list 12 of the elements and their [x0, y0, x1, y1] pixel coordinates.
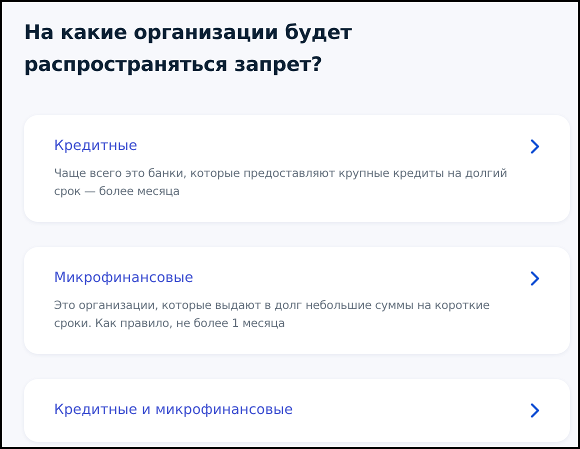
- option-title: Кредитные: [54, 137, 138, 156]
- option-card[interactable]: Кредитные Чаще всего это банки, которые предоставляют крупные кредиты на долгий срок — более месяца: [24, 115, 570, 222]
- page-heading: На какие организации будет распространяться запрет?: [24, 19, 353, 78]
- option-description: Это организации, которые выдают в долг небольшие суммы на короткие сроки. Как правило, не более 1 месяца: [54, 297, 491, 332]
- option-card[interactable]: Кредитные и микрофинансовые: [24, 379, 570, 442]
- option-description: Чаще всего это банки, которые предоставляют крупные кредиты на долгий срок — более месяца: [54, 165, 508, 200]
- option-title: Кредитные и микрофинансовые: [54, 401, 293, 420]
- option-title: Микрофинансовые: [54, 269, 194, 288]
- chevron-right-icon: [530, 402, 540, 418]
- option-card[interactable]: Микрофинансовые Это организации, которые выдают в долг небольшие суммы на короткие сроки. Как правило, не более 1 месяца: [24, 247, 570, 354]
- chevron-right-icon: [530, 138, 540, 154]
- chevron-right-icon: [530, 270, 540, 286]
